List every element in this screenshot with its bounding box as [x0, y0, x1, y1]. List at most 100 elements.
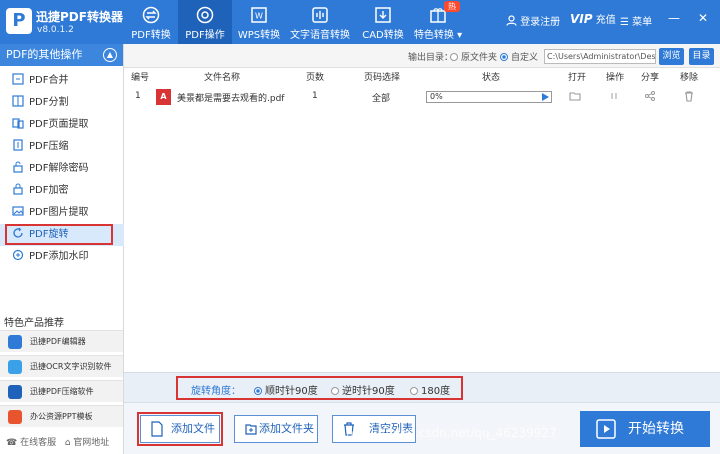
- highlight-box: [5, 224, 113, 245]
- tab-special-convert[interactable]: 热 特色转换 ▾: [410, 0, 466, 44]
- promo-label: 办公资源PPT模板: [30, 412, 93, 421]
- minimize-button[interactable]: —: [668, 11, 680, 25]
- compress-app-icon: [8, 385, 22, 399]
- output-path-input[interactable]: C:\Users\Administrator\Desktop: [544, 49, 656, 64]
- add-folder-button[interactable]: 添加文件夹: [234, 415, 318, 443]
- sidebar-title: PDF的其他操作: [6, 48, 83, 61]
- sidebar-item-extract[interactable]: PDF页面提取: [0, 114, 124, 136]
- split-icon: [12, 95, 24, 107]
- hot-badge: 热: [444, 1, 460, 12]
- row-page-range[interactable]: 全部: [372, 91, 390, 104]
- app-logo: P: [6, 8, 32, 34]
- title-bar: P 迅捷PDF转换器 v8.0.1.2 PDF转换 PDF操作 W WPS转换 …: [0, 0, 720, 44]
- row-filename: 美景都是需要去观看的.pdf: [177, 94, 285, 104]
- header-pages: 页数: [306, 73, 325, 83]
- ocr-icon: [8, 360, 22, 374]
- menu-label: 菜单: [632, 17, 653, 28]
- close-button[interactable]: ✕: [698, 11, 708, 25]
- vip-label: VIP: [570, 12, 593, 26]
- website-link[interactable]: ⌂ 官网地址: [65, 438, 110, 448]
- sidebar-item-compress[interactable]: PDF压缩: [0, 136, 124, 158]
- login-link[interactable]: 登录注册: [506, 13, 560, 28]
- header-open: 打开: [568, 73, 587, 83]
- tab-label: 文字语音转换: [290, 30, 350, 41]
- promo-label: 迅捷PDF编辑器: [30, 337, 86, 346]
- vip-recharge-button[interactable]: VIP 充值: [570, 11, 616, 26]
- sidebar-item-label: PDF加密: [29, 185, 69, 196]
- watermark-icon: [12, 249, 24, 261]
- wps-icon: W: [251, 7, 267, 23]
- menu-button[interactable]: ☰ 菜单: [620, 13, 652, 28]
- app-title: 迅捷PDF转换器: [36, 10, 123, 24]
- image-icon: [12, 206, 24, 216]
- table-header: 编号 文件名称 页数 页码选择 状态 打开 操作 分享 移除: [124, 70, 720, 83]
- sidebar-header[interactable]: PDF的其他操作 ▲: [0, 44, 123, 66]
- pause-icon[interactable]: [608, 90, 620, 102]
- rotate-options-bar: 旋转角度： 顺时针90度 逆时针90度 180度: [124, 372, 720, 402]
- header-action: 操作: [606, 73, 625, 83]
- promo-compress[interactable]: 迅捷PDF压缩软件: [0, 380, 123, 402]
- play-icon: [596, 419, 616, 439]
- table-row[interactable]: 1 A 美景都是需要去观看的.pdf 1 全部 0%: [124, 86, 720, 108]
- sidebar-item-encrypt[interactable]: PDF加密: [0, 180, 124, 202]
- collapse-icon[interactable]: ▲: [103, 48, 117, 62]
- output-label: 输出目录：: [408, 53, 454, 63]
- row-index: 1: [135, 91, 141, 101]
- output-directory-bar: 输出目录： 原文件夹 自定义 C:\Users\Administrator\De…: [124, 44, 720, 68]
- browse-button[interactable]: 浏览: [659, 48, 684, 65]
- sidebar-item-label: PDF图片提取: [29, 207, 89, 218]
- play-icon[interactable]: [542, 93, 549, 101]
- header-status: 状态: [482, 73, 501, 83]
- sidebar-item-image-extract[interactable]: PDF图片提取: [0, 202, 124, 224]
- share-icon[interactable]: [644, 90, 656, 102]
- login-label: 登录注册: [520, 17, 561, 28]
- radio-custom[interactable]: 自定义: [500, 50, 538, 63]
- unlock-icon: [13, 161, 23, 173]
- sidebar-item-label: PDF分割: [29, 97, 69, 108]
- audio-wave-icon: [312, 7, 328, 23]
- main-panel: 输出目录： 原文件夹 自定义 C:\Users\Administrator\De…: [124, 44, 720, 454]
- home-icon: ⌂: [64, 438, 71, 448]
- sidebar-item-merge[interactable]: PDF合并: [0, 70, 124, 92]
- sidebar-item-label: PDF解除密码: [29, 163, 89, 174]
- promo-pdf-editor[interactable]: 迅捷PDF编辑器: [0, 330, 123, 352]
- ppt-icon: [8, 410, 22, 424]
- promo-ocr[interactable]: 迅捷OCR文字识别软件: [0, 355, 123, 377]
- header-page-range: 页码选择: [364, 73, 401, 83]
- cad-icon: [375, 7, 391, 23]
- app-version: v8.0.1.2: [37, 25, 74, 35]
- gear-icon: [196, 6, 214, 24]
- tab-wps-convert[interactable]: W WPS转换: [232, 0, 286, 44]
- header-share: 分享: [641, 73, 660, 83]
- add-folder-icon: [245, 424, 257, 435]
- clear-list-button[interactable]: 清空列表: [332, 415, 416, 443]
- convert-icon: [142, 6, 160, 24]
- service-link[interactable]: ☎ 在线客服: [6, 438, 56, 448]
- sidebar-item-label: PDF合并: [29, 75, 69, 86]
- tab-text-audio[interactable]: 文字语音转换: [288, 0, 352, 44]
- compress-icon: [13, 139, 23, 151]
- sidebar-item-unlock[interactable]: PDF解除密码: [0, 158, 124, 180]
- promo-ppt[interactable]: 办公资源PPT模板: [0, 405, 123, 427]
- folder-icon[interactable]: [569, 90, 581, 102]
- radio-original-folder[interactable]: 原文件夹: [450, 50, 497, 63]
- radio-icon: [450, 53, 458, 61]
- sidebar-item-split[interactable]: PDF分割: [0, 92, 124, 114]
- tab-label: PDF转换: [131, 30, 171, 41]
- menu-icon: ☰: [620, 17, 629, 28]
- sidebar-item-label: PDF页面提取: [29, 119, 89, 130]
- start-convert-button[interactable]: 开始转换: [580, 411, 710, 447]
- tab-pdf-operate[interactable]: PDF操作: [178, 0, 232, 44]
- trash-icon[interactable]: [683, 90, 695, 102]
- row-pages: 1: [312, 91, 318, 101]
- status-progress-bar: 0%: [426, 91, 552, 103]
- extract-icon: [12, 118, 24, 129]
- tab-cad-convert[interactable]: CAD转换: [356, 0, 410, 44]
- sidebar-item-watermark[interactable]: PDF添加水印: [0, 246, 124, 268]
- tab-pdf-convert[interactable]: PDF转换: [124, 0, 178, 44]
- pdf-file-icon: A: [156, 89, 171, 105]
- tab-label: PDF操作: [185, 30, 225, 41]
- directory-button[interactable]: 目录: [689, 48, 714, 65]
- sidebar-footer: ☎ 在线客服 ⌂ 官网地址: [0, 432, 123, 454]
- header-remove: 移除: [680, 73, 699, 83]
